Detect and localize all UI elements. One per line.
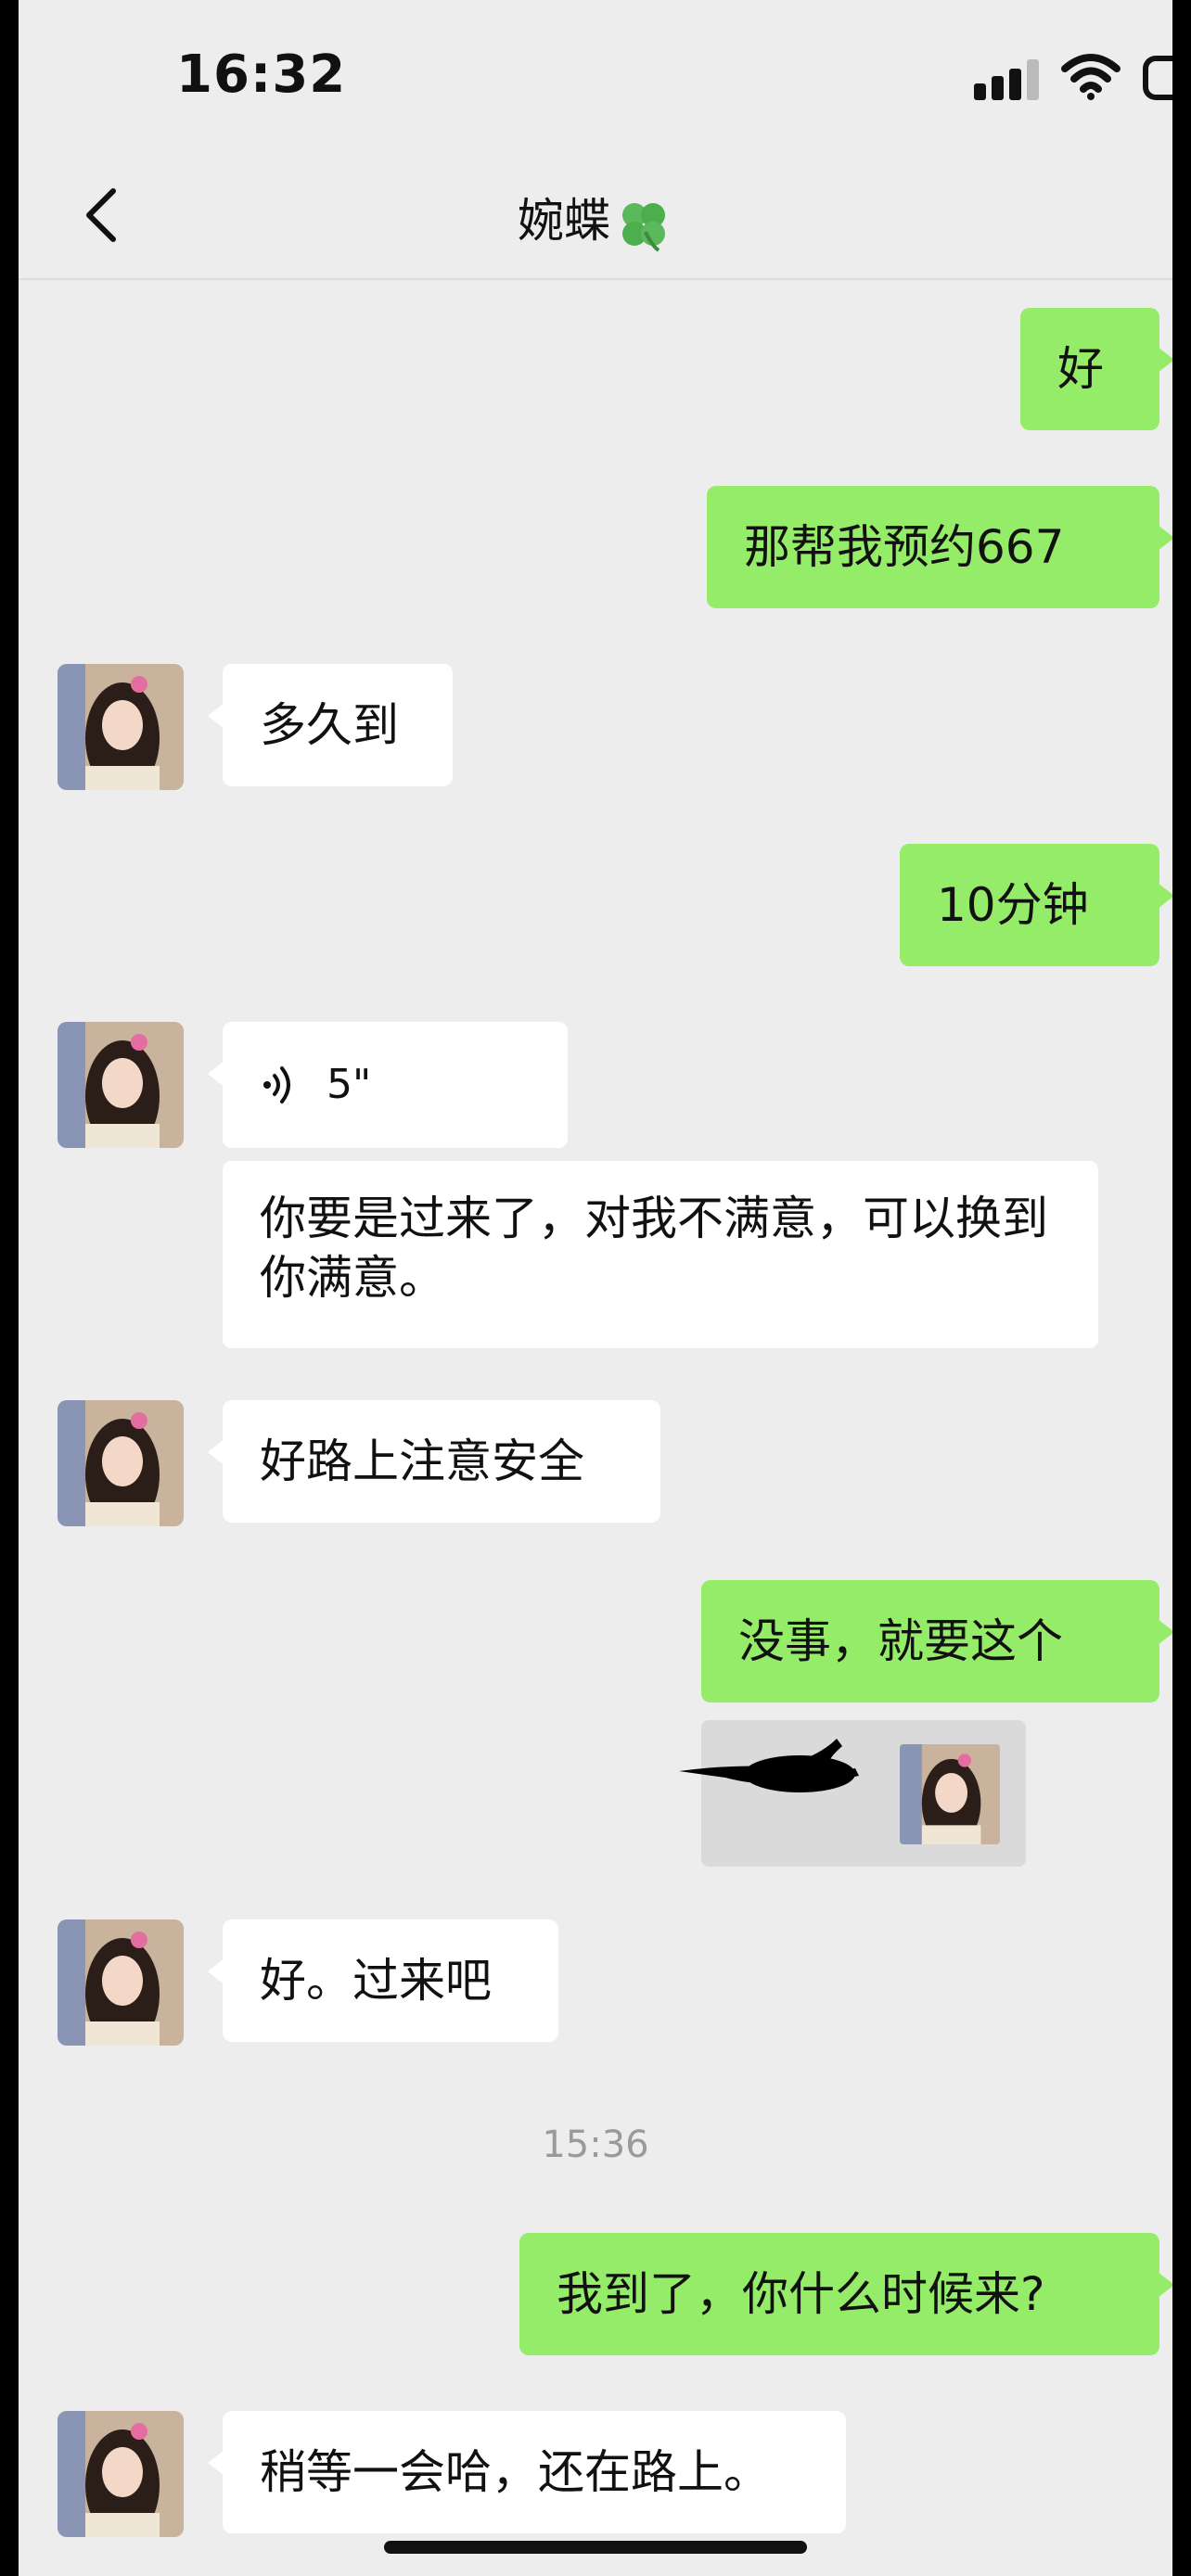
message-text: 没事，就要这个 <box>738 1614 1063 1668</box>
contact-avatar[interactable] <box>58 664 184 790</box>
message-text: 好 <box>1057 342 1104 396</box>
chat-header: 婉蝶 <box>19 158 1172 280</box>
avatar-image <box>58 2411 184 2537</box>
contact-avatar[interactable] <box>58 1022 184 1148</box>
contact-name: 婉蝶 <box>518 194 610 248</box>
incoming-message[interactable]: 好。过来吧 <box>208 1919 558 2042</box>
message-text: 10分钟 <box>937 878 1089 932</box>
redaction-scribble <box>679 1739 859 1792</box>
message-text: 稍等一会哈，还在路上。 <box>260 2445 770 2499</box>
message-text: 我到了，你什么时候来? <box>557 2267 1045 2321</box>
outgoing-message[interactable]: 没事，就要这个 <box>701 1580 1172 1702</box>
incoming-message[interactable]: 你要是过来了，对我不满意，可以换到你满意。 <box>223 1161 1098 1348</box>
contact-avatar[interactable] <box>58 1919 184 2046</box>
status-time: 16:32 <box>176 45 347 105</box>
incoming-message[interactable]: 好路上注意安全 <box>208 1400 660 1523</box>
message-text: 多久到 <box>260 698 399 752</box>
outgoing-message[interactable]: 好 <box>1020 308 1172 430</box>
message-text: 你要是过来了，对我不满意，可以换到你满意。 <box>260 1192 1048 1305</box>
battery-icon <box>1143 56 1172 100</box>
cellular-signal-icon <box>974 57 1048 100</box>
outgoing-message[interactable]: 10分钟 <box>900 844 1172 966</box>
voice-wave-icon <box>263 1066 290 1103</box>
wifi-icon <box>1061 54 1121 100</box>
chat-timestamp: 15:36 <box>542 2123 649 2166</box>
chat-screen: 16:32 婉蝶 好 那帮我预约667 多久到 10分钟 5" 你要是过来了，对… <box>19 0 1172 2576</box>
message-text: 那帮我预约667 <box>744 520 1065 574</box>
avatar-image <box>58 1400 184 1526</box>
contact-avatar[interactable] <box>58 2411 184 2537</box>
quoted-message[interactable] <box>679 1720 1026 1867</box>
four-leaf-clover-icon <box>622 202 665 252</box>
incoming-message[interactable]: 稍等一会哈，还在路上。 <box>208 2411 846 2533</box>
avatar-image <box>58 1919 184 2046</box>
outgoing-message[interactable]: 我到了，你什么时候来? <box>519 2233 1172 2355</box>
avatar-image <box>58 664 184 790</box>
voice-message[interactable]: 5" <box>208 1022 568 1148</box>
avatar-image <box>58 1022 184 1148</box>
chat-title[interactable]: 婉蝶 <box>19 184 1172 254</box>
home-indicator[interactable] <box>384 2541 807 2554</box>
incoming-message[interactable]: 多久到 <box>208 664 453 786</box>
voice-duration: 5" <box>327 1061 372 1108</box>
outgoing-message[interactable]: 那帮我预约667 <box>707 486 1172 608</box>
message-text: 好。过来吧 <box>260 1954 492 2008</box>
contact-avatar[interactable] <box>58 1400 184 1526</box>
quoted-image <box>900 1744 1000 1844</box>
message-text: 好路上注意安全 <box>260 1435 584 1488</box>
status-bar: 16:32 <box>19 0 1172 158</box>
